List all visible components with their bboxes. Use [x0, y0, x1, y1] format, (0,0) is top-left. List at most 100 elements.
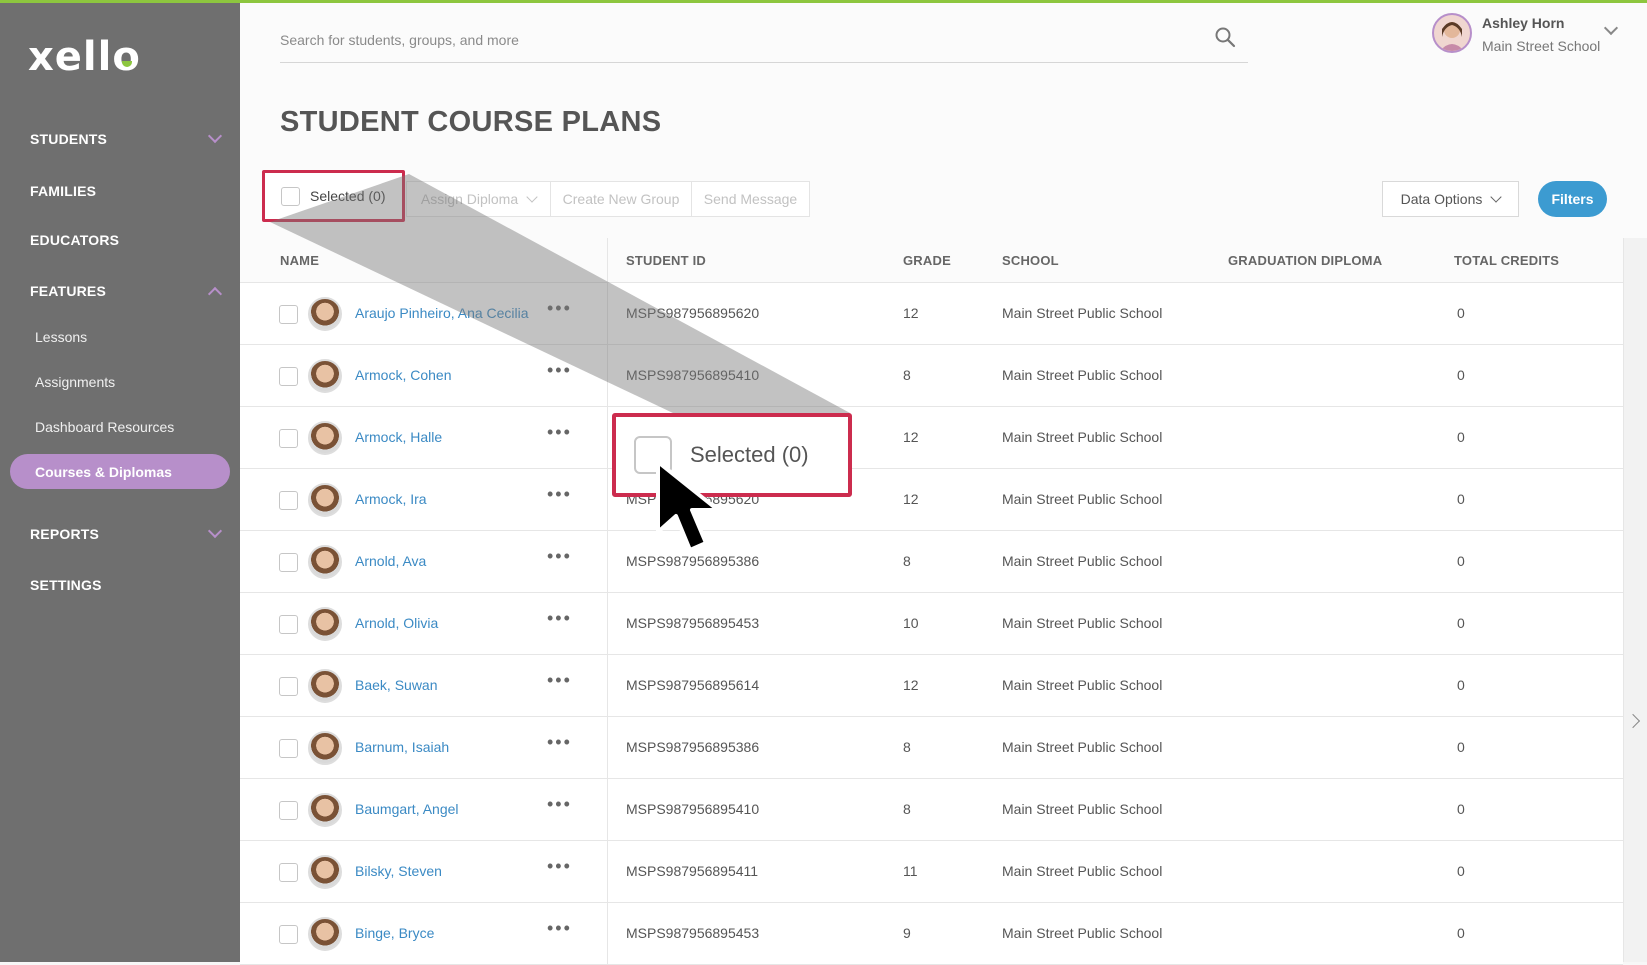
table-row[interactable]: Arnold, Olivia ••• MSPS987956895453 10 Main …: [240, 593, 1623, 655]
nav-assignments[interactable]: Assignments: [35, 374, 115, 390]
student-name-link[interactable]: Armock, Halle: [355, 429, 442, 445]
sidebar: xello STUDENTS FAMILIES EDUCATORS FEATUR…: [0, 0, 240, 962]
user-name: Ashley Horn: [1482, 15, 1565, 31]
xello-logo[interactable]: xello: [28, 34, 141, 80]
student-avatar: [308, 793, 342, 827]
row-checkbox[interactable]: [279, 429, 298, 448]
student-avatar: [308, 669, 342, 703]
row-checkbox[interactable]: [279, 863, 298, 882]
student-name-link[interactable]: Bilsky, Steven: [355, 863, 442, 879]
data-options-button[interactable]: Data Options: [1382, 181, 1519, 217]
grade: 8: [903, 553, 911, 569]
select-all-toggle[interactable]: Selected (0): [262, 170, 405, 222]
header-name[interactable]: NAME: [280, 253, 319, 268]
table-row[interactable]: Baumgart, Angel ••• MSPS987956895410 8 Main …: [240, 779, 1623, 841]
header-total-credits[interactable]: TOTAL CREDITS: [1454, 253, 1559, 268]
student-avatar: [308, 297, 342, 331]
row-checkbox[interactable]: [279, 615, 298, 634]
select-all-checkbox[interactable]: [281, 186, 300, 206]
header-student-id[interactable]: STUDENT ID: [626, 253, 706, 268]
more-options-icon[interactable]: •••: [547, 422, 572, 443]
chevron-down-icon: [526, 191, 538, 203]
header-school[interactable]: SCHOOL: [1002, 253, 1059, 268]
table-row[interactable]: Arnold, Ava ••• MSPS987956895386 8 Main Stre…: [240, 531, 1623, 593]
table-row[interactable]: Barnum, Isaiah ••• MSPS987956895386 8 Main S…: [240, 717, 1623, 779]
table-row[interactable]: Baek, Suwan ••• MSPS987956895614 12 Main Str…: [240, 655, 1623, 717]
student-name-link[interactable]: Arnold, Ava: [355, 553, 426, 569]
row-checkbox[interactable]: [279, 367, 298, 386]
assign-diploma-label: Assign Diploma: [420, 191, 519, 207]
grade: 9: [903, 925, 911, 941]
grade: 12: [903, 429, 919, 445]
student-avatar: [308, 421, 342, 455]
more-options-icon[interactable]: •••: [547, 732, 572, 753]
chevron-down-icon[interactable]: [1603, 20, 1619, 36]
table-row[interactable]: Araujo Pinheiro, Ana Cecilia ••• MSPS98795…: [240, 283, 1623, 345]
student-avatar: [308, 483, 342, 517]
more-options-icon[interactable]: •••: [547, 298, 572, 319]
filters-button[interactable]: Filters: [1538, 181, 1607, 217]
more-options-icon[interactable]: •••: [547, 670, 572, 691]
more-options-icon[interactable]: •••: [547, 484, 572, 505]
send-message-button[interactable]: Send Message: [691, 181, 810, 217]
row-checkbox[interactable]: [279, 677, 298, 696]
table-row[interactable]: Armock, Cohen ••• MSPS987956895410 8 Main St…: [240, 345, 1623, 407]
student-avatar: [308, 855, 342, 889]
row-checkbox[interactable]: [279, 553, 298, 572]
grade: 8: [903, 367, 911, 383]
table-row[interactable]: Binge, Bryce ••• MSPS987956895453 9 Main Str…: [240, 903, 1623, 965]
header-grade[interactable]: GRADE: [903, 253, 951, 268]
total-credits: 0: [1457, 367, 1465, 383]
student-name-link[interactable]: Armock, Ira: [355, 491, 427, 507]
school: Main Street Public School: [1002, 553, 1163, 569]
user-menu[interactable]: Ashley Horn Main Street School: [1432, 11, 1632, 61]
search-icon[interactable]: [1214, 26, 1236, 48]
student-name-link[interactable]: Armock, Cohen: [355, 367, 451, 383]
student-name-link[interactable]: Baumgart, Angel: [355, 801, 459, 817]
total-credits: 0: [1457, 925, 1465, 941]
student-id: MSPS987956895411: [626, 863, 759, 879]
student-id: MSPS987956895453: [626, 925, 760, 941]
nav-educators[interactable]: EDUCATORS: [30, 232, 220, 248]
student-name-link[interactable]: Baek, Suwan: [355, 677, 438, 693]
school: Main Street Public School: [1002, 305, 1163, 321]
table-row[interactable]: Bilsky, Steven ••• MSPS987956895411 11 Main …: [240, 841, 1623, 903]
more-options-icon[interactable]: •••: [547, 608, 572, 629]
more-options-icon[interactable]: •••: [547, 856, 572, 877]
more-options-icon[interactable]: •••: [547, 794, 572, 815]
student-avatar: [308, 545, 342, 579]
nav-reports[interactable]: REPORTS: [30, 523, 223, 542]
more-options-icon[interactable]: •••: [547, 360, 572, 381]
school: Main Street Public School: [1002, 739, 1163, 755]
row-checkbox[interactable]: [279, 305, 298, 324]
nav-settings[interactable]: SETTINGS: [30, 577, 220, 593]
nav-courses-diplomas[interactable]: Courses & Diplomas: [10, 454, 230, 489]
row-checkbox[interactable]: [279, 925, 298, 944]
student-id: MSPS987956895410: [626, 801, 760, 817]
total-credits: 0: [1457, 305, 1465, 321]
student-name-link[interactable]: Binge, Bryce: [355, 925, 434, 941]
create-group-button[interactable]: Create New Group: [550, 181, 692, 217]
assign-diploma-button[interactable]: Assign Diploma: [406, 181, 551, 217]
nav-features[interactable]: FEATURES: [30, 283, 223, 302]
student-name-link[interactable]: Araujo Pinheiro, Ana Cecilia: [355, 305, 529, 321]
nav-dashboard-resources[interactable]: Dashboard Resources: [35, 419, 174, 435]
nav-students[interactable]: STUDENTS: [30, 128, 223, 147]
row-checkbox[interactable]: [279, 739, 298, 758]
row-checkbox[interactable]: [279, 801, 298, 820]
search-input[interactable]: [280, 23, 1180, 57]
student-name-link[interactable]: Arnold, Olivia: [355, 615, 438, 631]
header-graduation-diploma[interactable]: GRADUATION DIPLOMA: [1228, 253, 1382, 268]
student-name-link[interactable]: Barnum, Isaiah: [355, 739, 449, 755]
student-id: MSPS987956895620: [626, 305, 760, 321]
column-divider: [607, 238, 608, 965]
nav-families[interactable]: FAMILIES: [30, 183, 220, 199]
nav-lessons[interactable]: Lessons: [35, 329, 87, 345]
more-options-icon[interactable]: •••: [547, 546, 572, 567]
more-options-icon[interactable]: •••: [547, 918, 572, 939]
table-row[interactable]: Armock, Ira•••MSPS98795689562012Main Str…: [240, 469, 1623, 531]
row-checkbox[interactable]: [279, 491, 298, 510]
side-panel-edge[interactable]: [1623, 238, 1647, 962]
student-id: MSPS987956895386: [626, 739, 760, 755]
table-row[interactable]: Armock, Halle•••MSPS98795689562012Main S…: [240, 407, 1623, 469]
